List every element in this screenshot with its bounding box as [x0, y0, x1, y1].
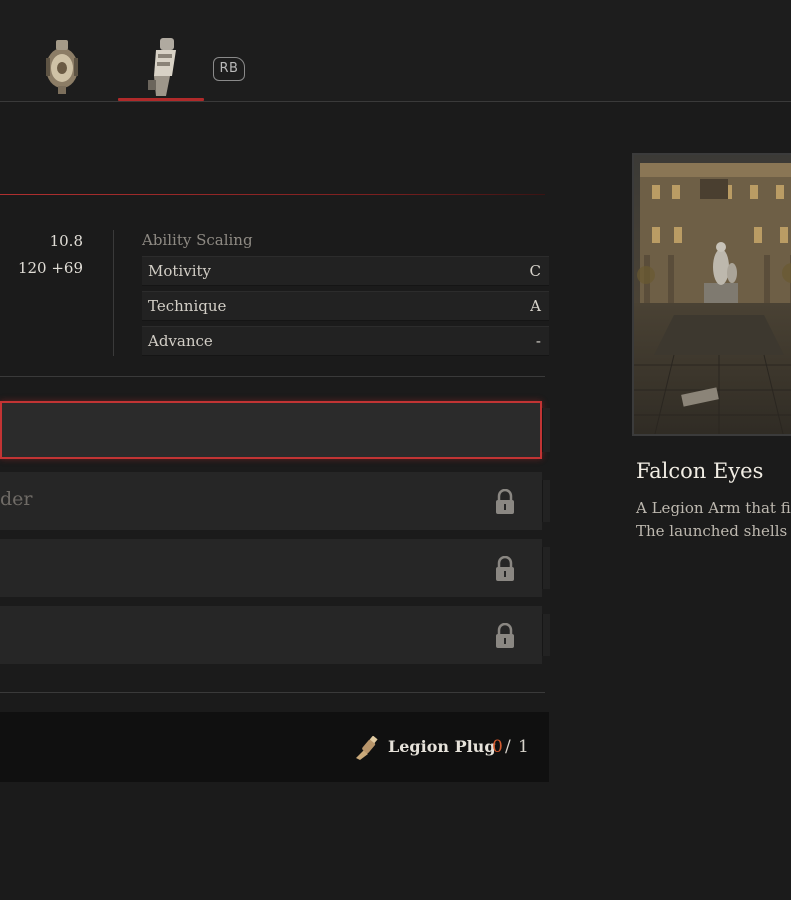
scaling-label: Advance [148, 332, 213, 350]
upgrade-slot-locked[interactable] [0, 539, 542, 597]
scaling-row-advance: Advance - [142, 326, 549, 356]
scaling-label: Motivity [148, 262, 211, 280]
slot-tab [542, 480, 550, 522]
requirement-need-count: 1 [518, 737, 529, 757]
slot-tab [542, 408, 550, 452]
slot-tab [542, 614, 550, 656]
slot-label: der [0, 488, 33, 510]
column-divider [113, 230, 114, 356]
slot-tab [542, 547, 550, 589]
item-description-line: A Legion Arm that fires [636, 499, 791, 517]
scaling-row-technique: Technique A [142, 291, 549, 321]
stat-value-1: 10.8 [49, 232, 83, 250]
ability-scaling-title: Ability Scaling [142, 231, 253, 249]
lock-icon [496, 489, 514, 514]
upgrade-slot-locked[interactable]: der [0, 472, 542, 530]
scaling-row-motivity: Motivity C [142, 256, 549, 286]
lock-icon [496, 556, 514, 581]
lock-icon [496, 623, 514, 648]
legion-arm-shield-icon[interactable] [36, 34, 88, 96]
slots-divider [0, 692, 545, 693]
item-title: Falcon Eyes [636, 459, 764, 483]
active-tab-underline [118, 98, 204, 101]
courtyard-scene-image [634, 155, 791, 434]
requirement-label: Legion Plug [388, 737, 496, 756]
scaling-grade: C [529, 262, 541, 280]
item-description-line: The launched shells exp [636, 522, 791, 540]
item-description: A Legion Arm that fires The launched she… [636, 497, 791, 543]
legion-plug-icon [356, 736, 378, 760]
requirement-separator: / [505, 737, 511, 757]
stats-divider [0, 376, 545, 377]
scaling-label: Technique [148, 297, 227, 315]
scaling-grade: - [535, 332, 541, 350]
preview-image [632, 153, 791, 436]
stat-value-2: 120 +69 [17, 259, 83, 277]
header-divider [0, 194, 545, 195]
rb-button-hint: RB [213, 57, 245, 81]
legion-arm-flamethrower-icon[interactable] [140, 36, 188, 100]
top-bar-divider [0, 101, 791, 102]
upgrade-slot-locked[interactable] [0, 606, 542, 664]
upgrade-slot-selected[interactable] [0, 401, 542, 459]
scaling-grade: A [530, 297, 541, 315]
top-bar [0, 0, 791, 102]
requirement-have-count: 0 [492, 737, 503, 757]
